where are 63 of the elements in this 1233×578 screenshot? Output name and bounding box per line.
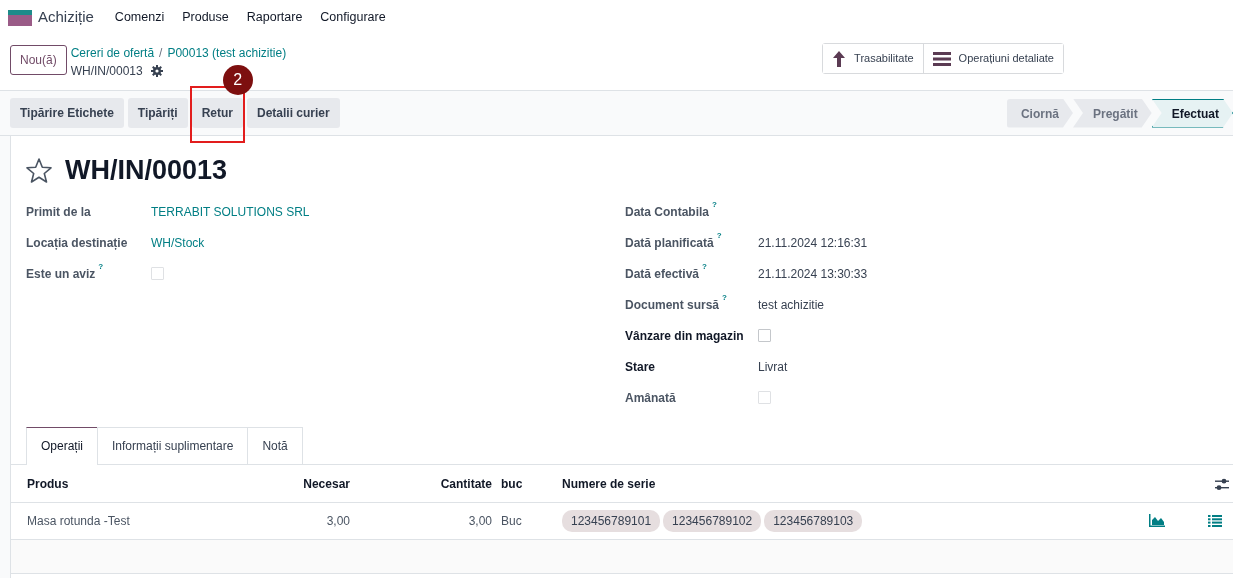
serial-number-tag: 123456789102 xyxy=(663,509,762,532)
menu-item[interactable]: Raportare xyxy=(237,8,312,27)
field-label: Locația destinație xyxy=(26,235,128,250)
column-header: Cantitate xyxy=(351,465,493,503)
field-label: Primit de la xyxy=(26,204,91,219)
field-label: Document sursă xyxy=(625,297,720,312)
column-header: Necesar xyxy=(291,465,351,503)
field-value: 21.11.2024 12:16:31 xyxy=(758,234,868,252)
column-header: buc xyxy=(493,465,561,503)
serial-number-tag: 123456789103 xyxy=(764,509,863,532)
field-value: test achizitie xyxy=(758,296,825,314)
arrow-up-icon xyxy=(832,50,847,67)
help-tooltip[interactable]: ? xyxy=(702,261,707,271)
settings-icon[interactable] xyxy=(150,65,163,77)
menu-item[interactable]: Produse xyxy=(173,8,238,27)
record-name: WH/IN/00013 xyxy=(70,63,143,80)
breadcrumb-separator: / xyxy=(159,45,163,62)
help-tooltip[interactable]: ? xyxy=(712,199,717,209)
app-name[interactable]: Achiziție xyxy=(38,6,94,29)
breadcrumb-link[interactable]: Cereri de ofertă xyxy=(70,44,155,62)
field-label: Stare xyxy=(625,359,656,374)
action-button[interactable]: Retur xyxy=(191,98,243,128)
table-cell: Masa rotunda -Test xyxy=(11,502,291,540)
detailed-operations-button[interactable]: Operațiuni detaliate xyxy=(922,44,1063,73)
field-label: Amânată xyxy=(625,390,676,405)
table-cell: Buc xyxy=(493,502,561,540)
field-label: Dată efectivă xyxy=(625,266,700,281)
action-button[interactable]: Tipăriți xyxy=(127,98,188,128)
record-title: WH/IN/00013 xyxy=(65,154,228,187)
menu-item[interactable]: Configurare xyxy=(311,8,395,27)
action-button[interactable]: Detalii curier xyxy=(246,98,340,128)
field-value: Livrat xyxy=(758,358,788,376)
field-label: Dată planificată xyxy=(625,235,714,250)
field-label: Data Contabila xyxy=(625,204,709,219)
status-stage[interactable]: Efectuat xyxy=(1151,98,1233,128)
tab[interactable]: Operații xyxy=(26,427,99,466)
list-icon[interactable] xyxy=(1208,514,1222,527)
field-label: Vânzare din magazin xyxy=(625,328,744,343)
field-label: Este un aviz xyxy=(26,266,96,281)
field-value: 21.11.2024 13:30:33 xyxy=(758,265,868,283)
tab[interactable]: Notă xyxy=(247,427,303,465)
star-icon[interactable] xyxy=(25,156,53,184)
status-stage[interactable]: Ciornă xyxy=(1006,98,1073,128)
area-chart-icon[interactable] xyxy=(1149,514,1165,528)
column-header: Produs xyxy=(11,465,291,503)
status-stage[interactable]: Pregătit xyxy=(1072,98,1152,128)
field-link[interactable]: TERRABIT SOLUTIONS SRL xyxy=(151,202,310,221)
list-icon xyxy=(932,51,951,66)
action-button[interactable]: Tipărire Etichete xyxy=(10,98,124,128)
serial-number-tag: 123456789101 xyxy=(562,509,661,532)
step-number-badge: 2 xyxy=(222,65,253,95)
checkbox[interactable] xyxy=(758,329,771,343)
field-link[interactable]: WH/Stock xyxy=(151,233,205,252)
menu-item[interactable]: Comenzi xyxy=(105,8,174,27)
table-cell: 3,00 xyxy=(291,502,351,540)
help-tooltip[interactable]: ? xyxy=(716,230,722,240)
column-settings-icon[interactable] xyxy=(1215,477,1229,491)
new-button[interactable]: Nou(ă) xyxy=(10,45,67,75)
column-header: Numere de serie xyxy=(561,465,1113,503)
help-tooltip[interactable]: ? xyxy=(722,292,727,302)
breadcrumb-link[interactable]: P00013 (test achizitie) xyxy=(167,44,287,62)
app-logo-icon[interactable] xyxy=(8,9,32,26)
table-cell: 3,00 xyxy=(351,502,493,540)
